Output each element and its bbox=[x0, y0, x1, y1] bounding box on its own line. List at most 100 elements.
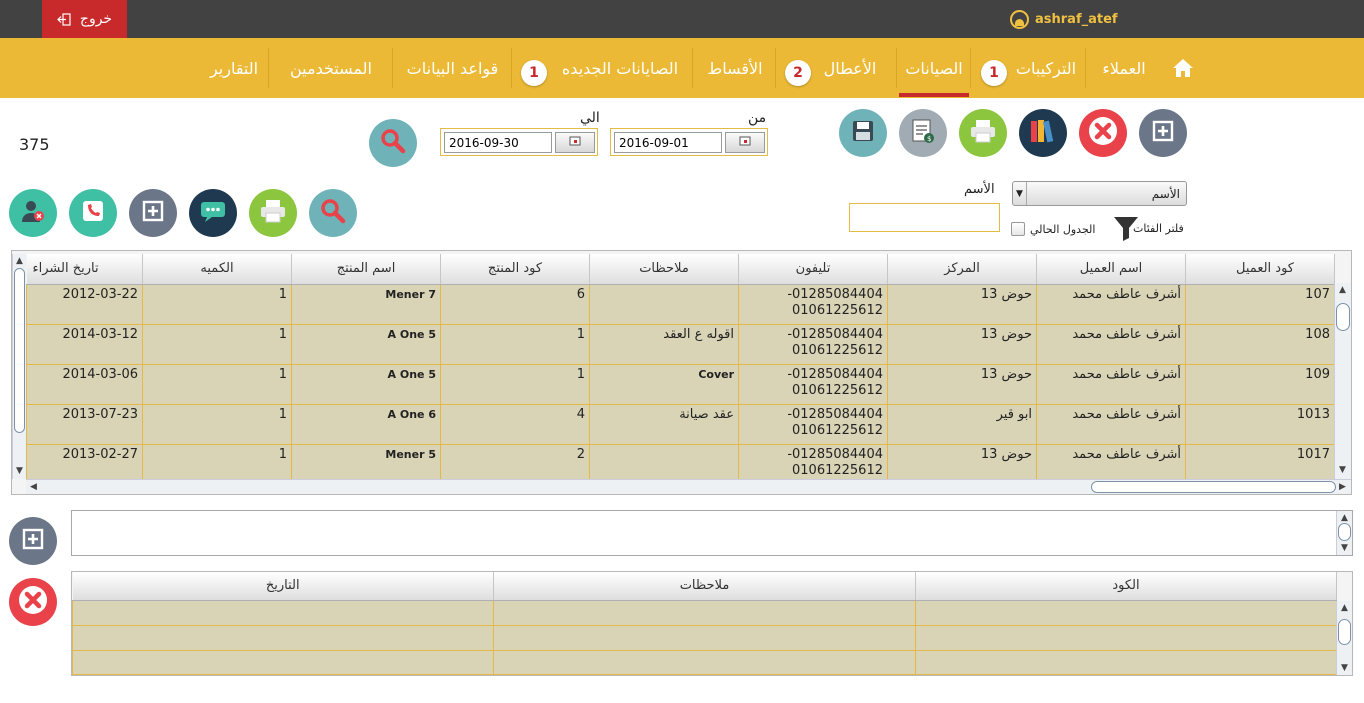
col-notes[interactable]: ملاحظات bbox=[589, 254, 739, 285]
search-button[interactable] bbox=[309, 189, 357, 237]
nav-item-reports[interactable]: التقارير bbox=[205, 38, 263, 98]
user-icon bbox=[1010, 9, 1029, 29]
table-row[interactable]: 109 أشرف عاطف محمد حوض 13 01285084404- 0… bbox=[26, 363, 1335, 405]
archive-button[interactable] bbox=[1019, 109, 1067, 157]
calendar-icon bbox=[739, 135, 751, 150]
nav-item-faults[interactable]: الأعطال bbox=[815, 38, 885, 98]
delete-icon bbox=[1088, 116, 1118, 150]
user-info[interactable]: ashraf_atef bbox=[1010, 8, 1118, 30]
from-calendar-button[interactable] bbox=[725, 132, 765, 153]
scroll-down-icon: ▼ bbox=[16, 466, 23, 476]
col-customer-name[interactable]: اسم العميل bbox=[1036, 254, 1186, 285]
to-date-picker bbox=[440, 128, 598, 156]
add-record-button[interactable] bbox=[129, 189, 177, 237]
cell-product-code: 1 bbox=[440, 363, 590, 405]
table-row[interactable]: 1013 أشرف عاطف محمد ابو قير 01285084404-… bbox=[26, 403, 1335, 445]
note-scrollbar[interactable]: ▲ ▼ bbox=[1336, 511, 1352, 555]
sms-button[interactable] bbox=[189, 189, 237, 237]
nav-item-new-maintenance[interactable]: الصايانات الجديده bbox=[555, 38, 685, 98]
cell-note-date bbox=[72, 649, 494, 675]
cell-note-text bbox=[493, 624, 916, 651]
date-search-button[interactable] bbox=[369, 119, 417, 167]
home-icon[interactable] bbox=[1166, 38, 1200, 98]
to-calendar-button[interactable] bbox=[555, 132, 595, 153]
col-quantity[interactable]: الكميه bbox=[142, 254, 292, 285]
table-row[interactable]: 1017 أشرف عاطف محمد حوض 13 01285084404- … bbox=[26, 443, 1335, 482]
cell-note-code bbox=[915, 649, 1337, 675]
right-vertical-scrollbar[interactable]: ▲ ▼ bbox=[1334, 283, 1351, 479]
from-date-input[interactable] bbox=[614, 132, 722, 153]
nav-item-maintenance[interactable]: الصيانات bbox=[899, 38, 969, 98]
table-row[interactable]: 108 أشرف عاطف محمد حوض 13 01285084404- 0… bbox=[26, 323, 1335, 365]
delete-icon bbox=[18, 585, 48, 619]
record-count: 375 bbox=[19, 135, 50, 154]
table-row[interactable] bbox=[72, 599, 1337, 626]
nav-item-databases[interactable]: قواعد البيانات bbox=[400, 38, 505, 98]
col-purchase-date[interactable]: تاريخ الشراء bbox=[26, 254, 143, 285]
cell-purchase-date: 2014-03-12 bbox=[26, 323, 143, 365]
phone-icon bbox=[80, 198, 106, 228]
new-maintenance-badge: 1 bbox=[521, 60, 547, 86]
table-row[interactable]: 107 أشرف عاطف محمد حوض 13 01285084404- 0… bbox=[26, 283, 1335, 325]
col-customer-code[interactable]: كود العميل bbox=[1185, 254, 1335, 285]
logout-label: خروج bbox=[79, 11, 113, 27]
add-note-button[interactable] bbox=[9, 517, 57, 565]
table-row[interactable] bbox=[72, 649, 1337, 675]
nav-item-installments[interactable]: الأقساط bbox=[700, 38, 770, 98]
note-text-area[interactable]: ▲ ▼ bbox=[71, 510, 1353, 556]
print-button[interactable] bbox=[959, 109, 1007, 157]
search-icon bbox=[319, 197, 347, 229]
cell-note-text bbox=[493, 649, 916, 675]
cell-note-text bbox=[493, 599, 916, 626]
col-product-name[interactable]: اسم المنتج bbox=[291, 254, 441, 285]
cell-center: حوض 13 bbox=[887, 283, 1037, 325]
cell-purchase-date: 2013-07-23 bbox=[26, 403, 143, 445]
name-select[interactable]: ▼ الأسم bbox=[1012, 181, 1187, 206]
scroll-up-icon: ▲ bbox=[16, 256, 23, 266]
col-note-text[interactable]: ملاحظات bbox=[493, 572, 916, 601]
cell-product-code: 2 bbox=[440, 443, 590, 482]
col-center[interactable]: المركز bbox=[887, 254, 1037, 285]
current-table-checkbox[interactable] bbox=[1011, 222, 1025, 236]
col-note-date[interactable]: التاريخ bbox=[72, 572, 494, 601]
col-note-code[interactable]: الكود bbox=[915, 572, 1337, 601]
col-product-code[interactable]: كود المنتج bbox=[440, 254, 590, 285]
cell-center: حوض 13 bbox=[887, 443, 1037, 482]
add-button[interactable] bbox=[1139, 109, 1187, 157]
logout-button[interactable]: خروج bbox=[42, 0, 127, 38]
print-list-button[interactable] bbox=[249, 189, 297, 237]
scroll-down-icon: ▼ bbox=[1339, 465, 1346, 475]
message-icon bbox=[199, 199, 227, 227]
nav-item-users[interactable]: المستخدمين bbox=[278, 38, 384, 98]
cell-product-name: A One 5 bbox=[291, 363, 441, 405]
from-label: من bbox=[748, 110, 767, 126]
to-date-input[interactable] bbox=[444, 132, 552, 153]
invoice-button[interactable]: $ bbox=[899, 109, 947, 157]
col-phone[interactable]: تليفون bbox=[738, 254, 888, 285]
scroll-left-icon: ◀ bbox=[30, 482, 37, 492]
nav-item-customers[interactable]: العملاء bbox=[1090, 38, 1158, 98]
notes-table-scrollbar[interactable]: ▲ ▼ bbox=[1336, 601, 1352, 675]
delete-note-button[interactable] bbox=[9, 578, 57, 626]
cell-product-name: Mener 7 bbox=[291, 283, 441, 325]
remove-user-button[interactable] bbox=[9, 189, 57, 237]
cell-customer-name: أشرف عاطف محمد bbox=[1036, 363, 1186, 405]
call-button[interactable] bbox=[69, 189, 117, 237]
logout-icon bbox=[57, 12, 72, 26]
table-header-row: كود العميل اسم العميل المركز تليفون ملاح… bbox=[26, 254, 1335, 285]
category-filter-label: فلتر الفئات bbox=[1133, 222, 1184, 235]
print-icon bbox=[258, 198, 288, 228]
cell-notes bbox=[589, 283, 739, 325]
table-row[interactable] bbox=[72, 624, 1337, 651]
delete-button[interactable] bbox=[1079, 109, 1127, 157]
nav-item-installations[interactable]: التركيبات bbox=[1010, 38, 1082, 98]
cell-quantity: 1 bbox=[142, 283, 292, 325]
cell-purchase-date: 2012-03-22 bbox=[26, 283, 143, 325]
left-vertical-scrollbar[interactable]: ▲ ▼ bbox=[12, 254, 26, 479]
name-search-input[interactable] bbox=[849, 203, 1000, 232]
cell-purchase-date: 2014-03-06 bbox=[26, 363, 143, 405]
cell-customer-name: أشرف عاطف محمد bbox=[1036, 323, 1186, 365]
add-icon bbox=[142, 200, 164, 226]
horizontal-scrollbar[interactable]: ◀ ▶ bbox=[26, 479, 1351, 494]
save-button[interactable] bbox=[839, 109, 887, 157]
